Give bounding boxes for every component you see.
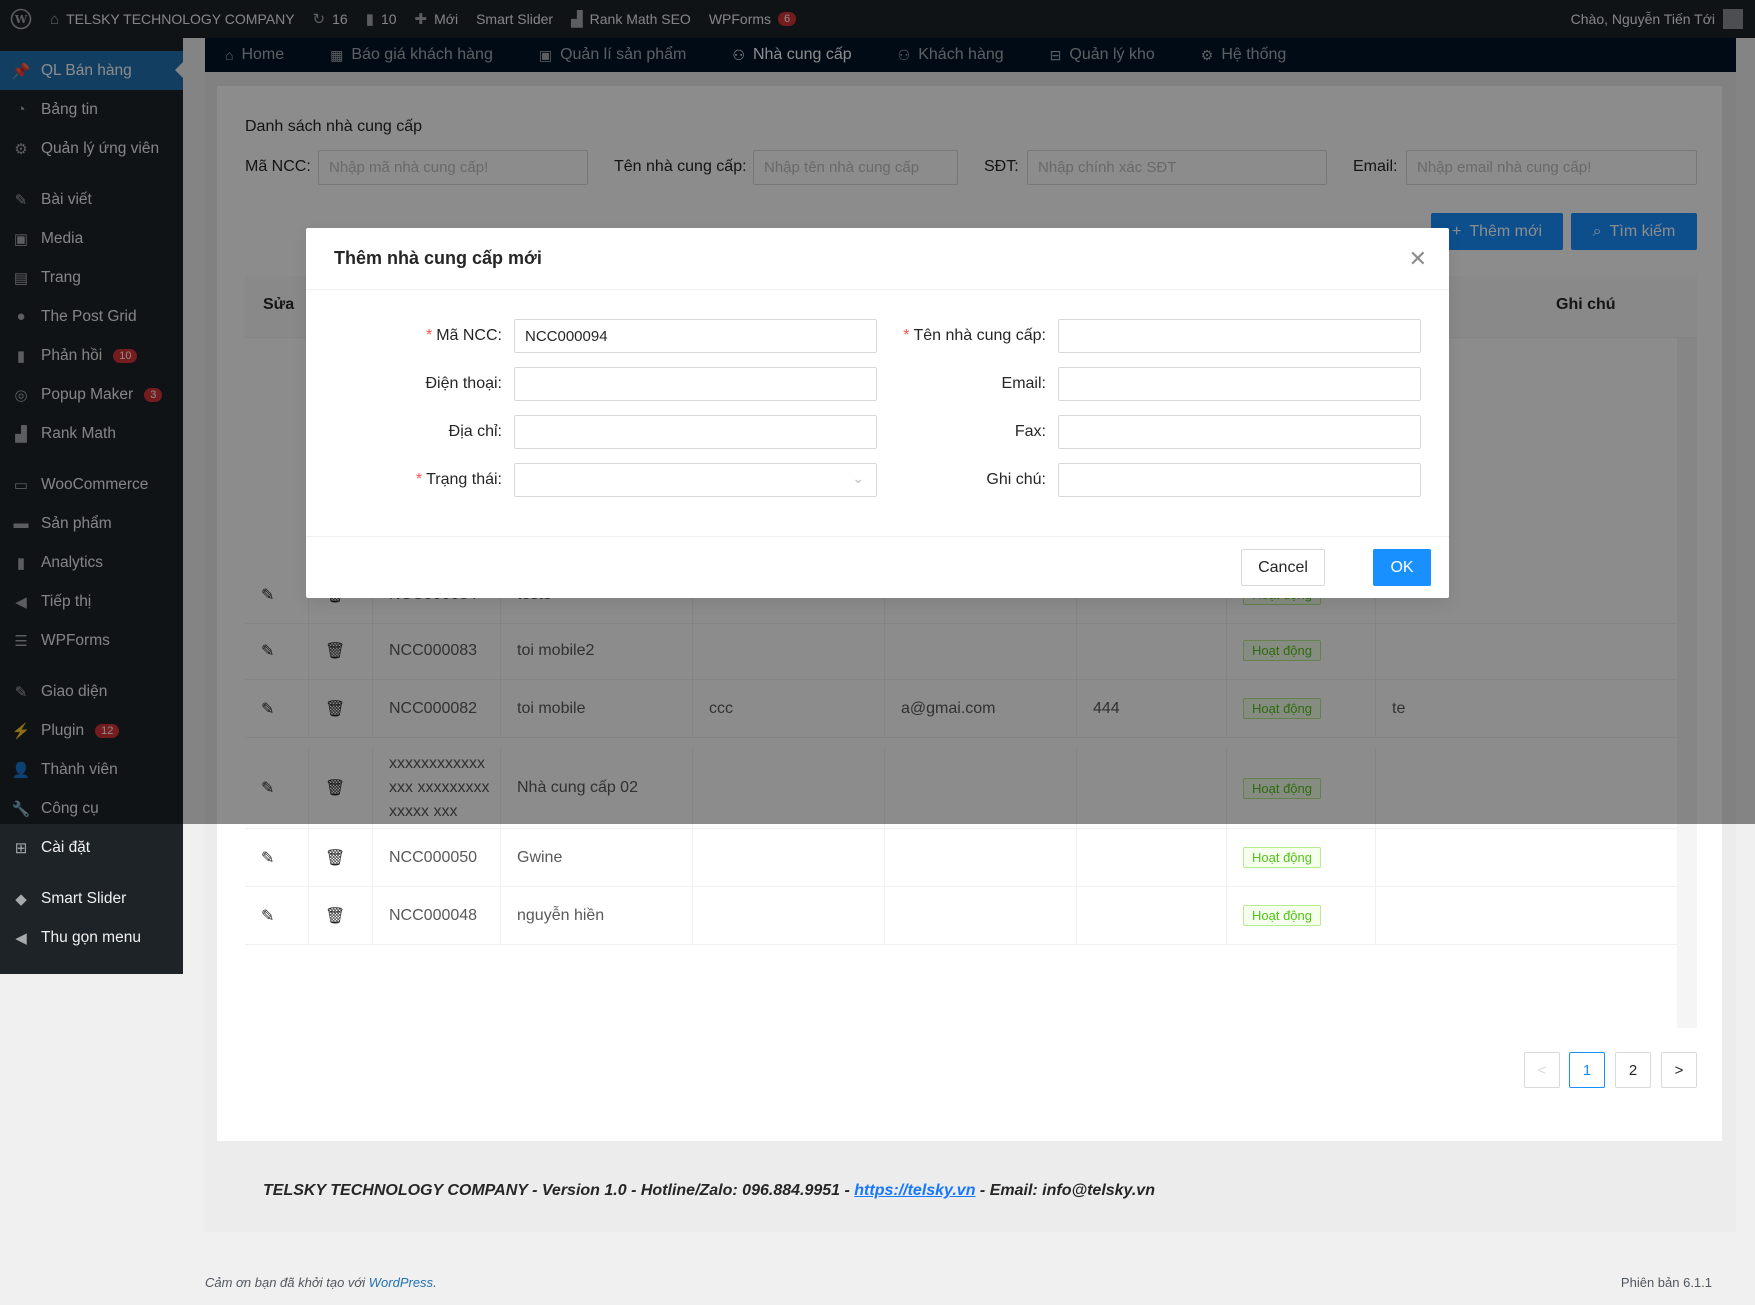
company-footer: TELSKY TECHNOLOGY COMPANY - Version 1.0 … — [263, 1182, 1155, 1200]
status-badge: Hoạt động — [1243, 905, 1321, 926]
name-text: Gwine — [517, 848, 563, 866]
status-badge: Hoạt động — [1243, 847, 1321, 868]
address-cell — [693, 887, 885, 944]
ten-ncc-input[interactable] — [1058, 319, 1421, 353]
chevron-down-icon: ⌄ — [852, 470, 864, 486]
add-supplier-modal: Thêm nhà cung cấp mới ✕ *Mã NCC: *Tên nh… — [306, 228, 1449, 598]
email-cell — [885, 887, 1077, 944]
dia-chi-input[interactable] — [514, 415, 877, 449]
note-cell — [1376, 887, 1526, 944]
note-cell — [1376, 829, 1526, 886]
collapse-icon: ◀ — [15, 929, 27, 947]
email-label: Email: — [1001, 375, 1046, 392]
edit-cell: ✎ — [245, 829, 309, 886]
email-cell — [885, 829, 1077, 886]
dien-thoai-input[interactable] — [514, 367, 877, 401]
trang-thai-label: * Trạng thái: — [415, 471, 502, 488]
pagination-prev[interactable]: < — [1524, 1052, 1560, 1088]
delete-cell: 🗑 — [309, 887, 373, 944]
name-cell: Gwine — [501, 829, 693, 886]
ghi-chu-input[interactable] — [1058, 463, 1421, 497]
modal-footer: Cancel OK — [306, 536, 1449, 598]
modal-title: Thêm nhà cung cấp mới — [306, 228, 1449, 290]
name-cell: nguyễn hiền — [501, 887, 693, 944]
edit-icon[interactable]: ✎ — [261, 848, 274, 868]
footer-website-link[interactable]: https://telsky.vn — [854, 1182, 975, 1199]
sidebar-item-label: Cài đặt — [41, 838, 91, 856]
pagination-next[interactable]: > — [1661, 1052, 1697, 1088]
ghi-chu-label: Ghi chú: — [986, 471, 1046, 488]
sidebar-item-smart-slider[interactable]: ◆ Smart Slider — [0, 879, 183, 918]
code-text: NCC000048 — [389, 906, 478, 924]
edit-cell: ✎ — [245, 887, 309, 944]
wp-version: Phiên bản 6.1.1 — [1620, 1275, 1712, 1290]
sidebar-item-cai-dat[interactable]: ⊞ Cài đặt — [0, 828, 183, 867]
dien-thoai-label: Điện thoại: — [425, 375, 503, 392]
settings-icon: ⊞ — [14, 839, 28, 857]
phone-cell — [1077, 829, 1227, 886]
wp-thanks-end: . — [433, 1275, 437, 1290]
cancel-button[interactable]: Cancel — [1241, 549, 1325, 586]
code-cell: NCC000050 — [373, 829, 501, 886]
pagination-page-2[interactable]: 2 — [1615, 1052, 1651, 1088]
fax-label: Fax: — [1014, 423, 1046, 440]
sidebar-collapse-button[interactable]: ◀ Thu gọn menu — [0, 918, 183, 957]
dia-chi-label: Địa chỉ: — [448, 423, 502, 440]
sidebar-item-label: Thu gọn menu — [41, 928, 141, 946]
close-icon[interactable]: ✕ — [1409, 246, 1427, 272]
wordpress-link[interactable]: WordPress — [369, 1275, 433, 1290]
delete-icon[interactable]: 🗑 — [325, 848, 345, 868]
footer-company-text: TELSKY TECHNOLOGY COMPANY - Version 1.0 … — [263, 1182, 855, 1199]
code-text: NCC000050 — [389, 848, 478, 866]
status-cell: Hoạt động — [1227, 887, 1376, 944]
email-input[interactable] — [1058, 367, 1421, 401]
ma-ncc-label: * Mã NCC: — [425, 327, 502, 344]
edit-icon[interactable]: ✎ — [261, 906, 274, 926]
name-text: nguyễn hiền — [517, 906, 605, 924]
slider-icon: ◆ — [15, 890, 27, 908]
ten-ncc-label: * Tên nhà cung cấp: — [903, 327, 1046, 344]
fax-input[interactable] — [1058, 415, 1421, 449]
footer-email-text: - Email: info@telsky.vn — [975, 1182, 1155, 1199]
delete-cell: 🗑 — [309, 829, 373, 886]
sidebar-item-label: Smart Slider — [41, 889, 127, 907]
status-cell: Hoạt động — [1227, 829, 1376, 886]
table-row: ✎ 🗑 NCC000050 Gwine Hoạt động — [245, 829, 1677, 887]
ok-button[interactable]: OK — [1373, 549, 1431, 586]
table-row: ✎ 🗑 NCC000048 nguyễn hiền Hoạt động — [245, 887, 1677, 945]
address-cell — [693, 829, 885, 886]
phone-cell — [1077, 887, 1227, 944]
trang-thai-select[interactable]: ⌄ — [514, 463, 877, 497]
wp-thanks-text: Cảm ơn bạn đã khởi tạo với — [205, 1275, 369, 1290]
wp-footer-thanks: Cảm ơn bạn đã khởi tạo với WordPress. — [205, 1275, 437, 1290]
ma-ncc-input[interactable] — [514, 319, 877, 353]
pagination-page-1[interactable]: 1 — [1569, 1052, 1605, 1088]
code-cell: NCC000048 — [373, 887, 501, 944]
delete-icon[interactable]: 🗑 — [325, 906, 345, 926]
